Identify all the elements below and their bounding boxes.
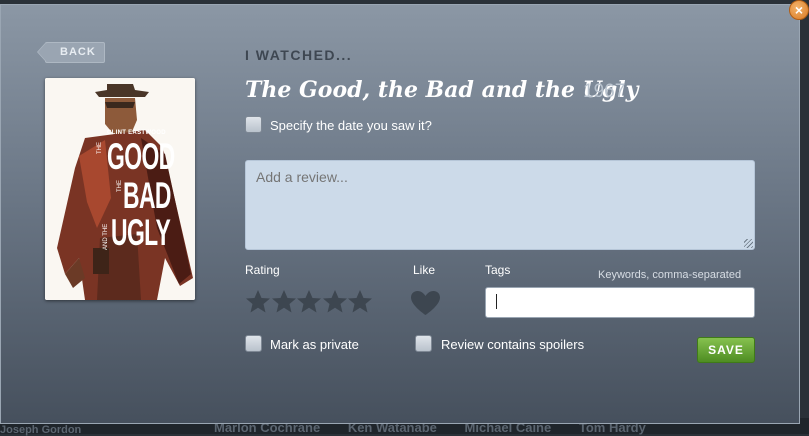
poster-title-good: GOOD [107, 136, 175, 177]
text-cursor [496, 294, 497, 309]
private-label: Mark as private [270, 337, 359, 352]
modal-heading: I WATCHED... [245, 47, 353, 63]
star-icon[interactable] [296, 289, 322, 313]
star-icon[interactable] [322, 289, 348, 313]
specify-date-label: Specify the date you saw it? [270, 118, 432, 133]
poster-title-ugly: UGLY [111, 212, 171, 253]
like-label: Like [413, 263, 436, 277]
tags-input[interactable] [485, 287, 755, 318]
log-film-modal: BACK CLINT EASTWOOD THE GOOD THE BAD AND… [0, 4, 800, 424]
film-poster: CLINT EASTWOOD THE GOOD THE BAD AND THE … [45, 78, 195, 300]
rating-stars [245, 289, 373, 313]
poster-word-the: THE [97, 142, 103, 154]
poster-title-bad: BAD [123, 175, 171, 216]
star-icon[interactable] [271, 289, 297, 313]
close-icon[interactable]: × [789, 0, 809, 20]
background-text: Joseph Gordon [0, 424, 82, 436]
spoilers-label: Review contains spoilers [441, 337, 585, 352]
rating-label: Rating [245, 263, 280, 277]
resize-grip-icon[interactable] [744, 239, 753, 248]
specify-date-checkbox[interactable] [245, 116, 262, 133]
spoilers-checkbox[interactable] [415, 335, 432, 352]
save-button[interactable]: SAVE [697, 337, 755, 363]
tags-label: Tags [485, 263, 511, 277]
film-year: 1967 [583, 81, 626, 102]
star-icon[interactable] [245, 289, 271, 313]
poster-word-and-the: AND THE [103, 223, 109, 250]
tags-hint: Keywords, comma-separated [598, 269, 742, 281]
private-checkbox[interactable] [245, 335, 262, 352]
film-title: The Good, the Bad and the Ugly [245, 77, 639, 103]
heart-icon[interactable] [410, 290, 441, 316]
star-icon[interactable] [347, 289, 373, 313]
back-button[interactable]: BACK [37, 42, 105, 63]
review-input[interactable] [245, 160, 755, 250]
